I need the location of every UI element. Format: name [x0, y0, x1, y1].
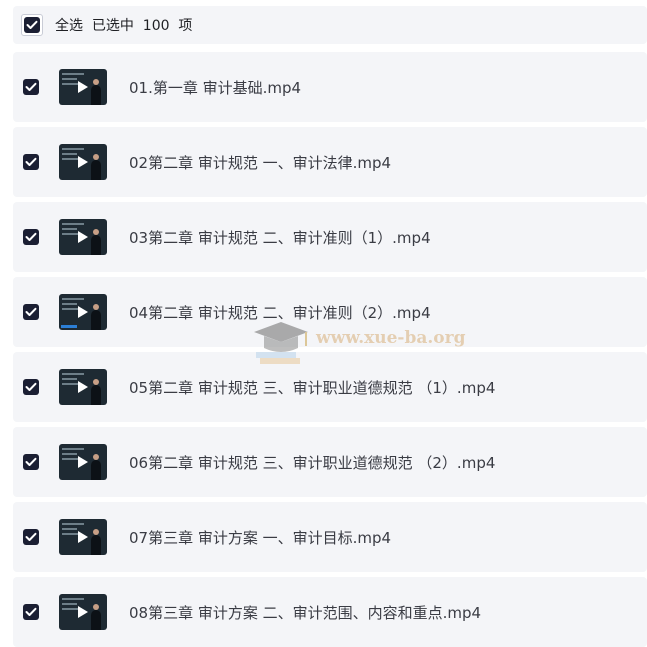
- file-checkbox[interactable]: [23, 454, 39, 470]
- file-checkbox[interactable]: [23, 379, 39, 395]
- play-icon: [78, 606, 88, 618]
- video-thumbnail[interactable]: [59, 219, 107, 255]
- file-name[interactable]: 01.第一章 审计基础.mp4: [129, 77, 301, 98]
- file-row[interactable]: 02第二章 审计规范 一、审计法律.mp4: [13, 127, 647, 197]
- play-icon: [78, 306, 88, 318]
- select-all-bar: 全选 已选中 100 项: [13, 6, 647, 44]
- play-icon: [78, 381, 88, 393]
- play-icon: [78, 456, 88, 468]
- file-checkbox[interactable]: [23, 604, 39, 620]
- video-thumbnail[interactable]: [59, 69, 107, 105]
- file-checkbox[interactable]: [23, 79, 39, 95]
- video-thumbnail[interactable]: [59, 519, 107, 555]
- file-row[interactable]: 05第二章 审计规范 三、审计职业道德规范 （1）.mp4: [13, 352, 647, 422]
- video-thumbnail[interactable]: [59, 294, 107, 330]
- file-name[interactable]: 02第二章 审计规范 一、审计法律.mp4: [129, 152, 391, 173]
- play-icon: [78, 531, 88, 543]
- video-thumbnail[interactable]: [59, 369, 107, 405]
- file-name[interactable]: 08第三章 审计方案 二、审计范围、内容和重点.mp4: [129, 602, 481, 623]
- selection-count-label: 全选 已选中 100 项: [55, 18, 193, 34]
- file-name[interactable]: 03第二章 审计规范 二、审计准则（1）.mp4: [129, 227, 431, 248]
- file-checkbox[interactable]: [23, 529, 39, 545]
- file-name[interactable]: 05第二章 审计规范 三、审计职业道德规范 （1）.mp4: [129, 377, 495, 398]
- file-row[interactable]: 01.第一章 审计基础.mp4: [13, 52, 647, 122]
- video-thumbnail[interactable]: [59, 144, 107, 180]
- file-row[interactable]: 07第三章 审计方案 一、审计目标.mp4: [13, 502, 647, 572]
- file-row[interactable]: 03第二章 审计规范 二、审计准则（1）.mp4: [13, 202, 647, 272]
- video-thumbnail[interactable]: [59, 594, 107, 630]
- file-name[interactable]: 07第三章 审计方案 一、审计目标.mp4: [129, 527, 391, 548]
- check-icon: [24, 17, 40, 33]
- file-row[interactable]: 04第二章 审计规范 二、审计准则（2）.mp4: [13, 277, 647, 347]
- video-thumbnail[interactable]: [59, 444, 107, 480]
- play-icon: [78, 156, 88, 168]
- file-row[interactable]: 08第三章 审计方案 二、审计范围、内容和重点.mp4: [13, 577, 647, 647]
- play-icon: [78, 81, 88, 93]
- select-all-checkbox[interactable]: [21, 14, 43, 36]
- file-row[interactable]: 06第二章 审计规范 三、审计职业道德规范 （2）.mp4: [13, 427, 647, 497]
- play-icon: [78, 231, 88, 243]
- file-name[interactable]: 04第二章 审计规范 二、审计准则（2）.mp4: [129, 302, 431, 323]
- file-name[interactable]: 06第二章 审计规范 三、审计职业道德规范 （2）.mp4: [129, 452, 495, 473]
- file-checkbox[interactable]: [23, 154, 39, 170]
- file-checkbox[interactable]: [23, 229, 39, 245]
- file-checkbox[interactable]: [23, 304, 39, 320]
